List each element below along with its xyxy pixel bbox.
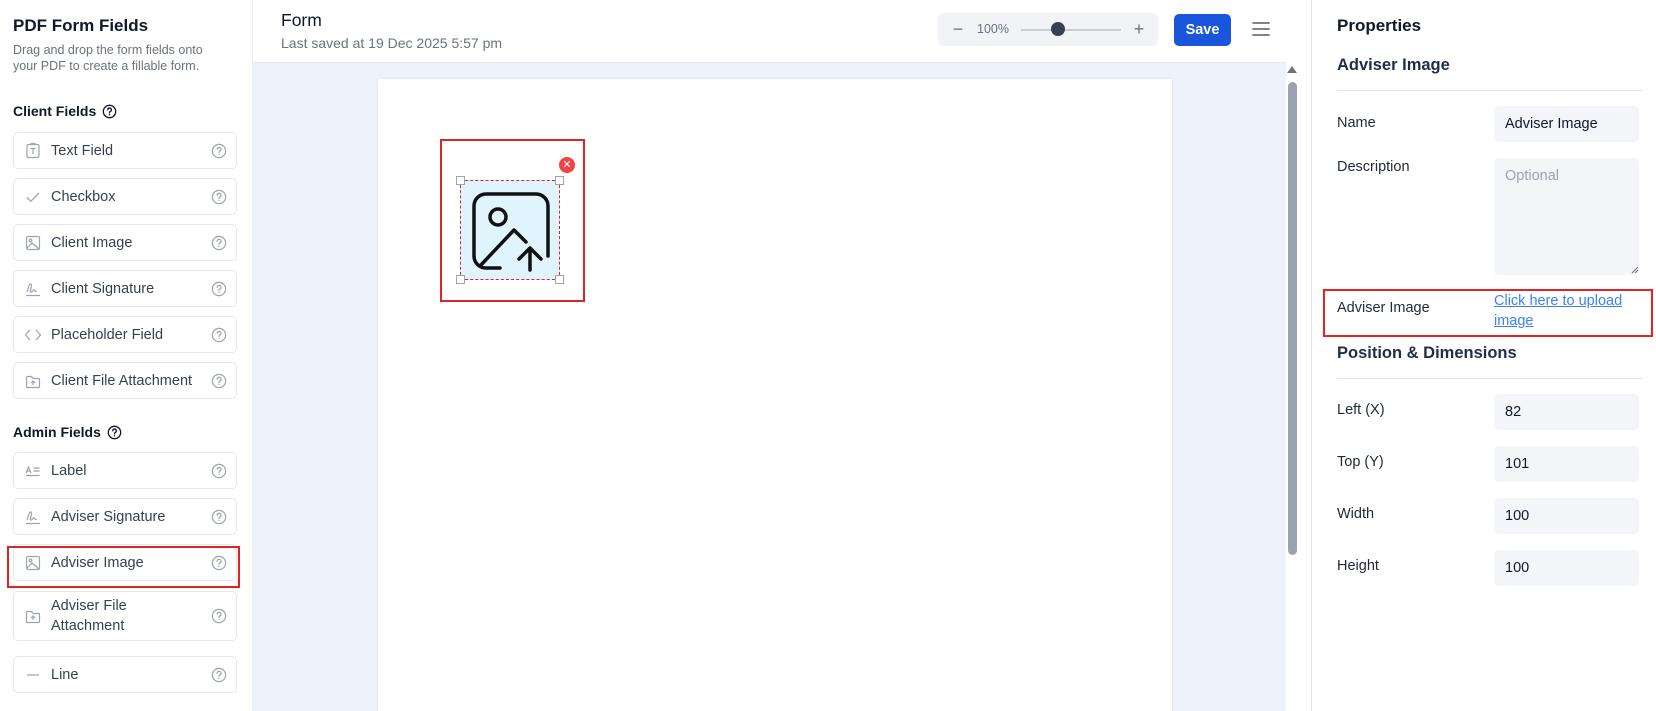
form-title: Form — [281, 10, 322, 30]
zoom-slider-thumb[interactable] — [1051, 22, 1065, 36]
help-icon[interactable] — [211, 463, 227, 479]
vertical-scrollbar[interactable] — [1288, 82, 1297, 555]
resize-handle-bottom-right[interactable] — [555, 275, 564, 284]
field-label: Client File Attachment — [51, 372, 193, 389]
resize-handle-top-left[interactable] — [456, 176, 465, 185]
textarea-resize-grip-icon[interactable] — [1631, 266, 1639, 274]
top-y-input[interactable] — [1494, 446, 1639, 482]
line-icon — [27, 673, 39, 676]
zoom-in-button[interactable]: + — [1129, 18, 1149, 40]
label-icon — [25, 464, 40, 476]
image-icon — [25, 235, 41, 250]
field-checkbox[interactable]: Checkbox — [13, 178, 237, 215]
field-label: Label — [51, 462, 87, 479]
client-fields-heading: Client Fields — [13, 103, 117, 119]
position-dimensions-title: Position & Dimensions — [1337, 344, 1517, 362]
name-input[interactable] — [1494, 106, 1639, 142]
width-label: Width — [1337, 506, 1375, 522]
height-label: Height — [1337, 558, 1379, 574]
adviser-image-highlight — [7, 546, 240, 588]
adviser-image-label: Adviser Image — [1337, 300, 1430, 316]
field-label: Client Image — [51, 234, 133, 251]
save-button[interactable]: Save — [1174, 14, 1231, 46]
upload-file-icon — [25, 375, 41, 388]
field-label: Line — [51, 666, 79, 683]
help-icon[interactable] — [107, 425, 122, 440]
field-label-item[interactable]: Label — [13, 452, 237, 489]
admin-fields-heading-label: Admin Fields — [13, 424, 101, 440]
sidebar-description: Drag and drop the form fields onto your … — [13, 43, 203, 73]
left-x-label: Left (X) — [1337, 402, 1385, 418]
selected-field-title: Adviser Image — [1337, 56, 1450, 74]
client-fields-heading-label: Client Fields — [13, 103, 97, 119]
field-label: Adviser File Attachment — [51, 598, 127, 634]
canvas-area: Form Last saved at 19 Dec 2025 5:57 pm −… — [253, 0, 1286, 711]
zoom-out-button[interactable]: − — [948, 18, 968, 40]
description-textarea[interactable] — [1494, 158, 1639, 275]
left-x-input[interactable] — [1494, 394, 1639, 430]
description-label: Description — [1337, 159, 1410, 175]
resize-handle-bottom-left[interactable] — [456, 275, 465, 284]
field-label: Checkbox — [51, 188, 116, 205]
resize-handle-top-right[interactable] — [555, 176, 564, 185]
field-adviser-signature[interactable]: Adviser Signature — [13, 498, 237, 535]
zoom-level: 100% — [977, 22, 1009, 36]
field-placeholder[interactable]: Placeholder Field — [13, 316, 237, 353]
top-toolbar: Form Last saved at 19 Dec 2025 5:57 pm −… — [253, 0, 1286, 63]
image-upload-icon — [472, 192, 550, 272]
field-line[interactable]: Line — [13, 656, 237, 693]
help-icon[interactable] — [211, 608, 227, 624]
form-fields-sidebar: PDF Form Fields Drag and drop the form f… — [0, 0, 253, 711]
text-field-icon — [26, 142, 40, 158]
help-icon[interactable] — [211, 373, 227, 389]
divider — [1337, 378, 1642, 379]
zoom-control: − 100% + — [938, 13, 1158, 46]
signature-icon — [26, 282, 40, 296]
help-icon[interactable] — [211, 281, 227, 297]
code-brackets-icon — [24, 329, 42, 340]
checkmark-icon — [26, 192, 40, 202]
help-icon[interactable] — [211, 667, 227, 683]
field-client-file-attachment[interactable]: Client File Attachment — [13, 362, 237, 399]
help-icon[interactable] — [102, 104, 117, 119]
field-text-field[interactable]: Text Field — [13, 132, 237, 169]
field-adviser-file-attachment[interactable]: Adviser File Attachment — [13, 591, 237, 641]
signature-icon — [26, 510, 40, 524]
properties-title: Properties — [1337, 16, 1422, 35]
width-input[interactable] — [1494, 498, 1639, 534]
help-icon[interactable] — [211, 235, 227, 251]
zoom-slider-track[interactable] — [1021, 29, 1121, 31]
field-label: Placeholder Field — [51, 326, 164, 343]
delete-field-icon[interactable]: ✕ — [559, 157, 575, 173]
hamburger-menu-icon[interactable] — [1250, 19, 1272, 39]
field-label: Text Field — [51, 142, 114, 159]
adviser-image-field[interactable] — [460, 180, 560, 280]
help-icon[interactable] — [211, 509, 227, 525]
field-label: Adviser Signature — [51, 508, 166, 525]
field-client-signature[interactable]: Client Signature — [13, 270, 237, 307]
sidebar-title: PDF Form Fields — [13, 16, 149, 35]
help-icon[interactable] — [211, 143, 227, 159]
divider — [1337, 90, 1642, 91]
scroll-up-arrow-icon[interactable] — [1287, 66, 1297, 73]
height-input[interactable] — [1494, 550, 1639, 586]
top-y-label: Top (Y) — [1337, 454, 1384, 470]
field-label: Client Signature — [51, 280, 155, 297]
help-icon[interactable] — [211, 189, 227, 205]
properties-panel: Properties Adviser Image Name Descriptio… — [1311, 0, 1656, 711]
name-label: Name — [1337, 115, 1376, 131]
help-icon[interactable] — [211, 327, 227, 343]
field-client-image[interactable]: Client Image — [13, 224, 237, 261]
upload-image-link[interactable]: Click here to upload image — [1494, 291, 1639, 331]
upload-file-icon — [25, 610, 41, 624]
last-saved-status: Last saved at 19 Dec 2025 5:57 pm — [281, 35, 503, 51]
admin-fields-heading: Admin Fields — [13, 424, 122, 440]
